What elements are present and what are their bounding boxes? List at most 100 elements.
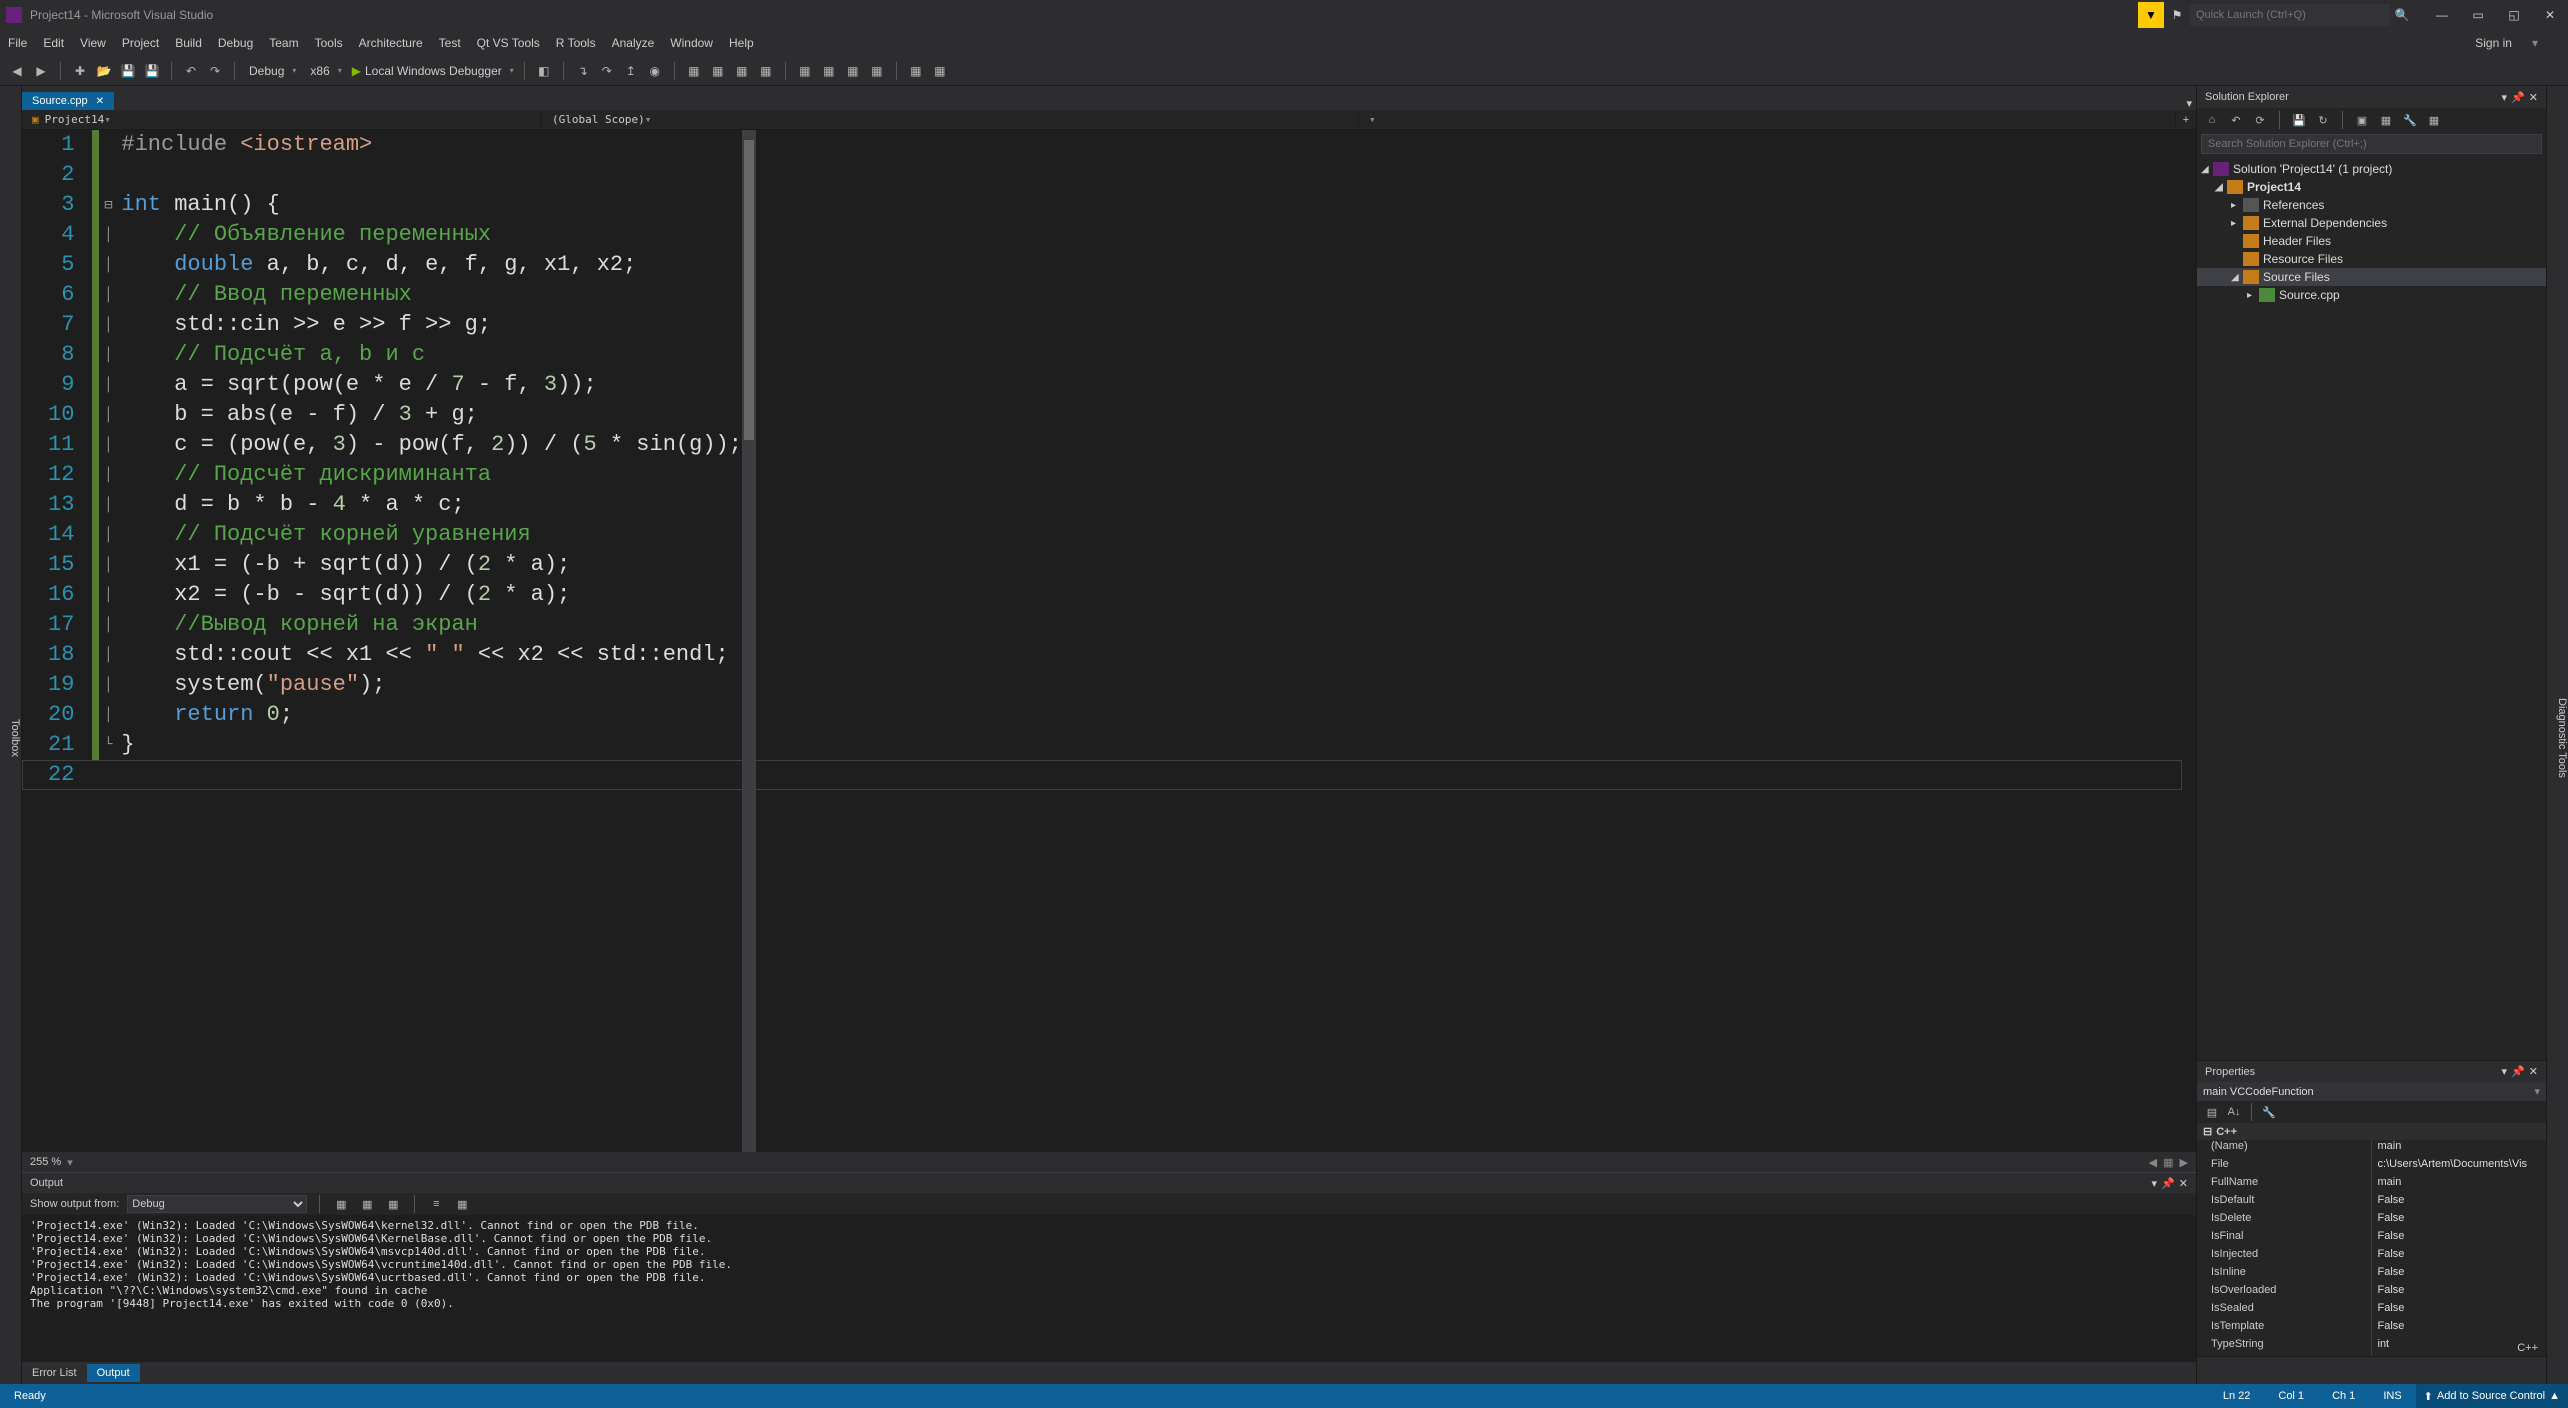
se-dropdown-icon[interactable]: ▾ [2502, 91, 2508, 104]
fold-gutter[interactable]: ⊟│││││││││││││││││└ [99, 130, 117, 1152]
tab-output[interactable]: Output [87, 1364, 140, 1382]
se-preview-icon[interactable]: ▦ [2425, 111, 2443, 129]
menu-test[interactable]: Test [439, 36, 461, 50]
prop-category[interactable]: ⊟C++ [2197, 1123, 2546, 1140]
menu-tools[interactable]: Tools [315, 36, 343, 50]
menu-edit[interactable]: Edit [43, 36, 64, 50]
tree-external-deps[interactable]: ▸ External Dependencies [2197, 214, 2546, 232]
breakpoint-icon[interactable]: ◉ [646, 62, 664, 80]
solution-explorer-search[interactable] [2201, 134, 2542, 154]
menu-team[interactable]: Team [269, 36, 298, 50]
scrollbar-thumb[interactable] [744, 140, 754, 440]
menu-architecture[interactable]: Architecture [359, 36, 423, 50]
menu-qt-vs-tools[interactable]: Qt VS Tools [477, 36, 540, 50]
tree-source-files[interactable]: ◢ Source Files [2197, 268, 2546, 286]
step-into-icon[interactable]: ↴ [574, 62, 592, 80]
split-h-icon[interactable]: ◀ [2149, 1156, 2157, 1169]
output-body[interactable]: 'Project14.exe' (Win32): Loaded 'C:\Wind… [22, 1215, 2196, 1362]
prop-dropdown-icon[interactable]: ▾ [2502, 1065, 2508, 1078]
tree-resource-files[interactable]: Resource Files [2197, 250, 2546, 268]
prop-row[interactable]: (Name)main [2197, 1140, 2546, 1158]
prop-categorized-icon[interactable]: ▤ [2203, 1103, 2221, 1121]
prop-close-icon[interactable]: ✕ [2529, 1065, 2538, 1078]
prop-row[interactable]: IsDefaultFalse [2197, 1194, 2546, 1212]
prop-row[interactable]: Filec:\Users\Artem\Documents\Vis [2197, 1158, 2546, 1176]
minimize-button[interactable]: — [2424, 2, 2460, 28]
toolbar-icon-j[interactable]: ▦ [931, 62, 949, 80]
toolbar-icon-f[interactable]: ▦ [820, 62, 838, 80]
se-pin-icon[interactable]: 📌 [2511, 91, 2525, 104]
menu-build[interactable]: Build [175, 36, 202, 50]
tab-dropdown-icon[interactable]: ▾ [2186, 97, 2192, 110]
tree-project[interactable]: ◢ Project14 [2197, 178, 2546, 196]
close-window-button[interactable]: ✕ [2532, 2, 2568, 28]
prop-value[interactable]: False [2372, 1266, 2547, 1284]
prop-value[interactable]: False [2372, 1320, 2547, 1338]
output-clear-icon[interactable]: ▦ [332, 1195, 350, 1213]
zoom-caret-icon[interactable]: ▾ [67, 1156, 73, 1169]
menu-debug[interactable]: Debug [218, 36, 253, 50]
navbar-add-icon[interactable]: + [2176, 114, 2196, 126]
diagnostic-tools-rail[interactable]: Diagnostic Tools [2546, 86, 2568, 1384]
menu-r-tools[interactable]: R Tools [556, 36, 596, 50]
notifications-button[interactable]: ▼ [2138, 2, 2164, 28]
zoom-level[interactable]: 255 % [30, 1156, 61, 1168]
restore-button[interactable]: ▭ [2460, 2, 2496, 28]
se-home-icon[interactable]: ⌂ [2203, 111, 2221, 129]
tree-references[interactable]: ▸ References [2197, 196, 2546, 214]
prop-alpha-icon[interactable]: A↓ [2225, 1103, 2243, 1121]
navbar-project-dropdown[interactable]: ▣ Project14 [22, 113, 542, 126]
toolbar-icon-g[interactable]: ▦ [844, 62, 862, 80]
tab-error-list[interactable]: Error List [22, 1364, 87, 1382]
output-toggle-b-icon[interactable]: ▦ [384, 1195, 402, 1213]
editor-scrollbar[interactable] [742, 130, 756, 1152]
start-debugging-button[interactable]: ▶Local Windows Debugger▾ [352, 64, 514, 78]
toolbar-icon-e[interactable]: ▦ [796, 62, 814, 80]
toolbar-icon-d[interactable]: ▦ [757, 62, 775, 80]
se-collapse-icon[interactable]: ▣ [2353, 111, 2371, 129]
menu-window[interactable]: Window [670, 36, 713, 50]
maximize-button[interactable]: ◱ [2496, 2, 2532, 28]
close-tab-icon[interactable]: ✕ [96, 96, 104, 107]
toolbar-icon-h[interactable]: ▦ [868, 62, 886, 80]
step-out-icon[interactable]: ↥ [622, 62, 640, 80]
toolbar-icon-a[interactable]: ▦ [685, 62, 703, 80]
menu-help[interactable]: Help [729, 36, 754, 50]
output-wrap-icon[interactable]: ≡ [427, 1195, 445, 1213]
tree-header-files[interactable]: Header Files [2197, 232, 2546, 250]
back-button[interactable]: ◀ [8, 62, 26, 80]
prop-row[interactable]: IsSealedFalse [2197, 1302, 2546, 1320]
scroll-right-icon[interactable]: ▶ [2180, 1156, 2188, 1169]
menu-analyze[interactable]: Analyze [612, 36, 655, 50]
prop-value[interactable]: c:\Users\Artem\Documents\Vis [2372, 1158, 2547, 1176]
prop-row[interactable]: IsOverloadedFalse [2197, 1284, 2546, 1302]
se-save-icon[interactable]: 💾 [2290, 111, 2308, 129]
prop-row[interactable]: IsFinalFalse [2197, 1230, 2546, 1248]
prop-value[interactable]: False [2372, 1230, 2547, 1248]
split-v-icon[interactable]: ▦ [2163, 1156, 2173, 1169]
open-file-button[interactable]: 📂 [95, 62, 113, 80]
output-dropdown-icon[interactable]: ▾ [2152, 1177, 2158, 1190]
undo-button[interactable]: ↶ [182, 62, 200, 80]
forward-button[interactable]: ▶ [32, 62, 50, 80]
tree-source-cpp[interactable]: ▸ Source.cpp [2197, 286, 2546, 304]
redo-button[interactable]: ↷ [206, 62, 224, 80]
output-source-dropdown[interactable]: Debug [127, 1195, 307, 1213]
prop-value[interactable]: main [2372, 1140, 2547, 1158]
prop-value[interactable]: False [2372, 1248, 2547, 1266]
se-refresh-icon[interactable]: ↻ [2314, 111, 2332, 129]
prop-pages-icon[interactable]: 🔧 [2260, 1103, 2278, 1121]
prop-pin-icon[interactable]: 📌 [2511, 1065, 2525, 1078]
prop-value[interactable]: False [2372, 1194, 2547, 1212]
prop-value[interactable]: False [2372, 1284, 2547, 1302]
prop-value[interactable]: False [2372, 1302, 2547, 1320]
search-glass-icon[interactable]: 🔍 [2390, 8, 2414, 22]
code-lines[interactable]: #include <iostream>int main() { // Объяв… [117, 130, 742, 1152]
navbar-scope-dropdown[interactable]: (Global Scope) [542, 113, 1359, 126]
menu-project[interactable]: Project [122, 36, 159, 50]
navbar-member-dropdown[interactable] [1359, 113, 2176, 126]
sign-in-button[interactable]: Sign in [2475, 36, 2554, 50]
prop-row[interactable]: FullNamemain [2197, 1176, 2546, 1194]
output-pin-icon[interactable]: 📌 [2161, 1177, 2175, 1190]
menu-view[interactable]: View [80, 36, 106, 50]
